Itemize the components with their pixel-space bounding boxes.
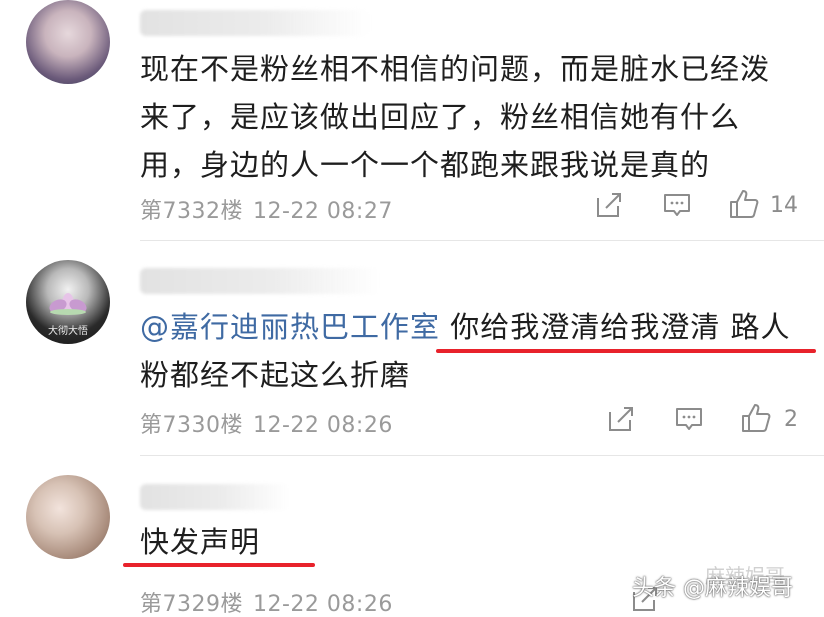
username-blurred[interactable] <box>140 10 370 36</box>
share-icon[interactable] <box>594 190 624 220</box>
divider <box>140 240 824 241</box>
comment-text: 现在不是粉丝相不相信的问题，而是脏水已经泼 来了，是应该做出回应了，粉丝相信她有… <box>140 45 800 189</box>
avatar[interactable] <box>26 475 110 559</box>
mention-link[interactable]: @嘉行迪丽热巴工作室 <box>140 310 440 344</box>
timestamp: 12-22 08:27 <box>253 199 393 224</box>
comment-text-segment: 你给我澄清给我澄清 路人 <box>440 310 791 344</box>
highlight-underline <box>123 563 315 567</box>
comment-text: 快发声明 <box>140 518 800 566</box>
comment-text-line: 现在不是粉丝相不相信的问题，而是脏水已经泼 <box>140 52 771 86</box>
avatar-caption: 大彻大悟 <box>48 326 88 337</box>
timestamp: 12-22 08:26 <box>253 592 393 617</box>
comment-thread: 现在不是粉丝相不相信的问题，而是脏水已经泼 来了，是应该做出回应了，粉丝相信她有… <box>0 0 824 617</box>
comment-meta: 第7329楼 12-22 08:26 <box>140 586 393 617</box>
comment-icon[interactable] <box>674 404 704 434</box>
comment-text-line: 用，身边的人一个一个都跑来跟我说是真的 <box>140 148 711 182</box>
comment-meta: 第7332楼 12-22 08:27 <box>140 193 393 225</box>
watermark: 头条 @麻辣娱哥 <box>632 576 793 601</box>
comment-text-line: @嘉行迪丽热巴工作室 你给我澄清给我澄清 路人 <box>140 303 800 351</box>
comment-meta: 第7330楼 12-22 08:26 <box>140 407 393 439</box>
comment-icon[interactable] <box>662 190 692 220</box>
timestamp: 12-22 08:26 <box>253 413 393 438</box>
username-blurred[interactable] <box>140 268 380 294</box>
floor-number: 第7332楼 <box>140 199 243 224</box>
divider <box>140 455 824 456</box>
like-count: 2 <box>784 407 798 432</box>
like-count: 14 <box>770 193 798 218</box>
lotus-icon <box>49 293 87 315</box>
floor-number: 第7329楼 <box>140 592 243 617</box>
thumbs-up-icon[interactable] <box>728 188 760 220</box>
share-icon[interactable] <box>606 404 636 434</box>
avatar[interactable] <box>26 0 110 84</box>
avatar[interactable]: 大彻大悟 <box>26 260 110 344</box>
username-blurred[interactable] <box>140 484 290 510</box>
highlight-underline <box>436 349 816 353</box>
comment-text-line: 来了，是应该做出回应了，粉丝相信她有什么 <box>140 100 741 134</box>
comment-text-line: 快发声明 <box>140 525 261 559</box>
comment-text-line: 粉都经不起这么折磨 <box>140 358 411 392</box>
floor-number: 第7330楼 <box>140 413 243 438</box>
comment-item: 现在不是粉丝相不相信的问题，而是脏水已经泼 来了，是应该做出回应了，粉丝相信她有… <box>0 0 824 240</box>
thumbs-up-icon[interactable] <box>740 402 772 434</box>
